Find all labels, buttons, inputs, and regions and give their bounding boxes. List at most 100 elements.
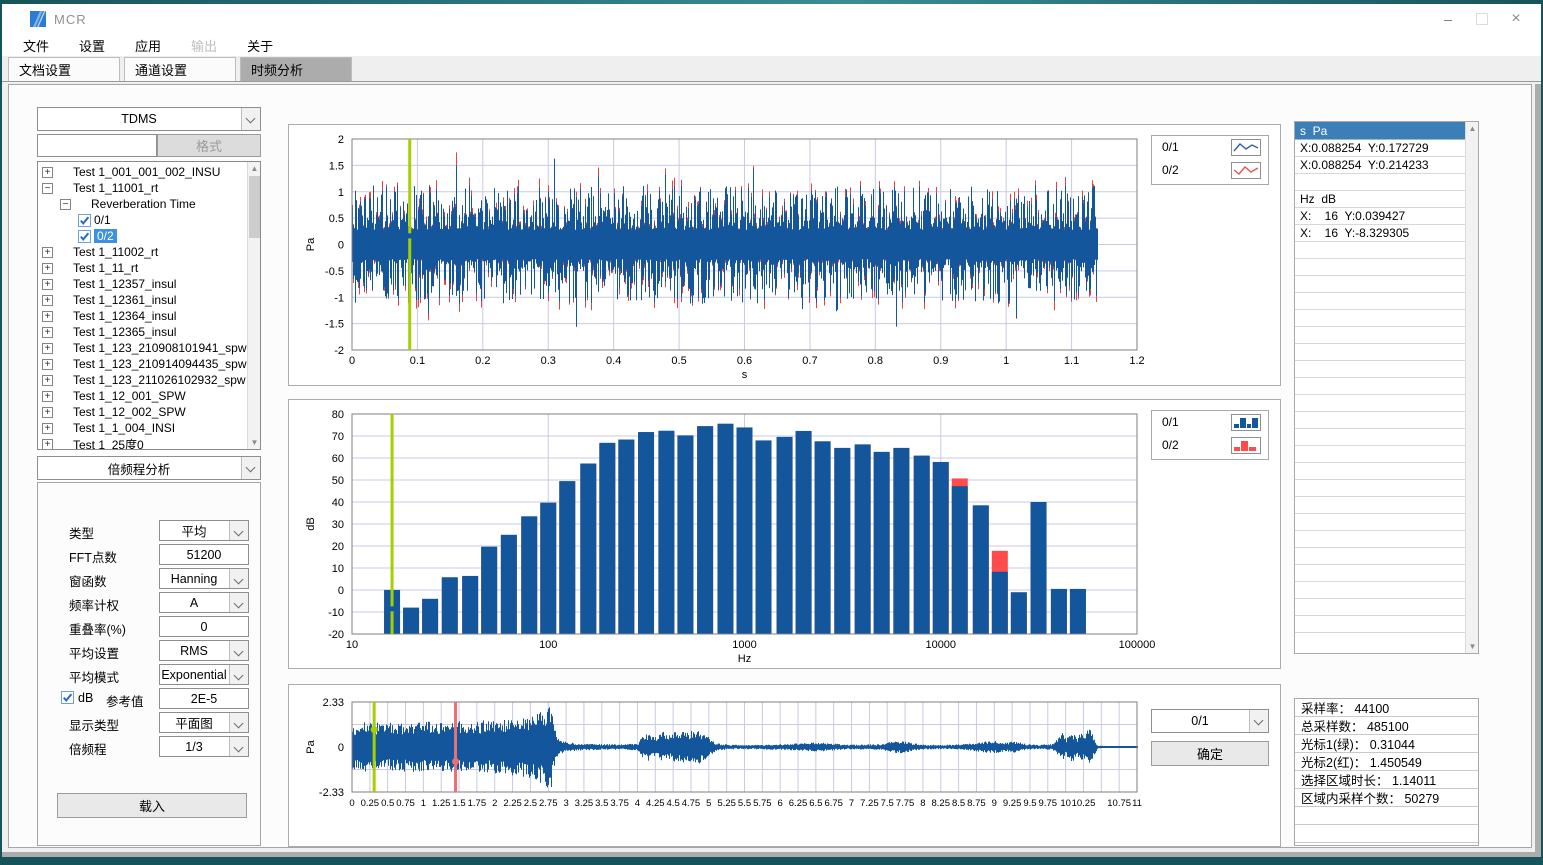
- collapse-minus-icon[interactable]: −: [60, 199, 71, 210]
- tab-channel-settings[interactable]: 通道设置: [124, 57, 236, 81]
- fft-points-input[interactable]: 51200: [159, 544, 249, 565]
- readout-row[interactable]: [1295, 616, 1465, 633]
- filter-input[interactable]: [37, 134, 157, 157]
- collapse-minus-icon[interactable]: −: [42, 183, 53, 194]
- tab-document-settings[interactable]: 文档设置: [8, 57, 120, 81]
- expand-plus-icon[interactable]: +: [42, 279, 53, 290]
- tree-item[interactable]: +Test 1_123_211026102932_spw: [38, 372, 247, 388]
- expand-plus-icon[interactable]: +: [42, 263, 53, 274]
- tree-item[interactable]: +Test 1_12364_insul: [38, 308, 247, 324]
- expand-plus-icon[interactable]: +: [42, 343, 53, 354]
- display-type-select[interactable]: 平面图: [159, 712, 249, 733]
- tree-item[interactable]: +Test 1_12361_insul: [38, 292, 247, 308]
- confirm-button[interactable]: 确定: [1151, 741, 1269, 766]
- readout-row[interactable]: [1295, 599, 1465, 616]
- readout-row[interactable]: X:0.088254 Y:0.172729: [1295, 140, 1465, 157]
- tree-item[interactable]: +Test 1_11002_rt: [38, 244, 247, 260]
- tree-item[interactable]: −Reverberation Time: [38, 196, 247, 212]
- overlap-percent-input[interactable]: 0: [159, 616, 249, 637]
- type-select[interactable]: 平均: [159, 520, 249, 541]
- tree-item[interactable]: 0/1: [38, 212, 247, 228]
- tree-item[interactable]: 0/2: [38, 228, 247, 244]
- readout-row[interactable]: [1295, 446, 1465, 463]
- close-button[interactable]: ×: [1499, 4, 1533, 34]
- expand-plus-icon[interactable]: +: [42, 375, 53, 386]
- octave-spectrum-chart[interactable]: 1010010001000010000080706050403020100-10…: [289, 400, 1282, 670]
- menu-item-settings[interactable]: 设置: [64, 36, 120, 55]
- menu-item-file[interactable]: 文件: [8, 36, 64, 55]
- readout-row[interactable]: [1295, 412, 1465, 429]
- readout-row[interactable]: [1295, 259, 1465, 276]
- tree-item[interactable]: +Test 1_123_210908101941_spw: [38, 340, 247, 356]
- menu-item-apply[interactable]: 应用: [120, 36, 176, 55]
- readout-row[interactable]: X: 16 Y:0.039427: [1295, 208, 1465, 225]
- readout-row[interactable]: [1295, 378, 1465, 395]
- readout-row[interactable]: Hz dB: [1295, 191, 1465, 208]
- readout-row[interactable]: [1295, 293, 1465, 310]
- expand-plus-icon[interactable]: +: [42, 247, 53, 258]
- tree-item[interactable]: +Test 1_11_rt: [38, 260, 247, 276]
- tree-scrollbar[interactable]: ▲ ▼: [247, 162, 260, 449]
- load-button[interactable]: 载入: [57, 793, 247, 818]
- readout-row[interactable]: [1295, 344, 1465, 361]
- frequency-weighting-select[interactable]: A: [159, 592, 249, 613]
- readout-row[interactable]: [1295, 548, 1465, 565]
- tree-item[interactable]: +Test 1_12365_insul: [38, 324, 247, 340]
- file-format-select[interactable]: TDMS: [37, 107, 261, 131]
- readout-header-row[interactable]: s Pa: [1295, 122, 1465, 140]
- window-function-select[interactable]: Hanning: [159, 568, 249, 589]
- readout-row[interactable]: [1295, 310, 1465, 327]
- readout-row[interactable]: X:0.088254 Y:0.214233: [1295, 157, 1465, 174]
- readout-row[interactable]: [1295, 361, 1465, 378]
- readout-row[interactable]: [1295, 565, 1465, 582]
- scroll-up-icon[interactable]: ▲: [248, 162, 261, 175]
- maximize-button[interactable]: [1465, 4, 1499, 34]
- readout-row[interactable]: [1295, 429, 1465, 446]
- expand-plus-icon[interactable]: +: [42, 407, 53, 418]
- readout-row[interactable]: [1295, 582, 1465, 599]
- readout-row[interactable]: [1295, 514, 1465, 531]
- channel-select[interactable]: 0/1: [1151, 709, 1269, 733]
- analysis-type-select[interactable]: 倍频程分析: [37, 456, 261, 480]
- tree-item[interactable]: +Test 1_25度0: [38, 436, 247, 450]
- expand-plus-icon[interactable]: +: [42, 327, 53, 338]
- readout-row[interactable]: [1295, 463, 1465, 480]
- scroll-down-icon[interactable]: ▼: [1466, 640, 1479, 653]
- tree-item[interactable]: +Test 1_12_001_SPW: [38, 388, 247, 404]
- tree-item[interactable]: −Test 1_11001_rt: [38, 180, 247, 196]
- expand-plus-icon[interactable]: +: [42, 423, 53, 434]
- tree-item[interactable]: +Test 1_001_001_002_INSU: [38, 164, 247, 180]
- average-mode-select[interactable]: Exponential: [159, 664, 249, 685]
- scroll-down-icon[interactable]: ▼: [248, 436, 261, 449]
- expand-plus-icon[interactable]: +: [42, 391, 53, 402]
- reference-value-input[interactable]: 2E-5: [159, 688, 249, 709]
- readout-row[interactable]: [1295, 497, 1465, 514]
- readout-row[interactable]: [1295, 531, 1465, 548]
- expand-plus-icon[interactable]: +: [42, 439, 53, 450]
- menu-item-output[interactable]: 输出: [176, 36, 232, 55]
- time-waveform-chart[interactable]: 00.10.20.30.40.50.60.70.80.911.11.221.51…: [289, 125, 1282, 387]
- db-checkbox[interactable]: [61, 691, 74, 704]
- readout-row[interactable]: [1295, 480, 1465, 497]
- format-button[interactable]: 格式: [157, 134, 261, 157]
- tree-checkbox[interactable]: [78, 230, 91, 243]
- tree-item[interactable]: +Test 1_12_002_SPW: [38, 404, 247, 420]
- expand-plus-icon[interactable]: +: [42, 295, 53, 306]
- overview-waveform-chart[interactable]: 00.250.50.7511.251.51.7522.252.52.7533.2…: [289, 685, 1282, 848]
- readout-row[interactable]: [1295, 276, 1465, 293]
- scroll-up-icon[interactable]: ▲: [1466, 122, 1479, 135]
- tree-item[interactable]: +Test 1_1_004_INSI: [38, 420, 247, 436]
- readout-row[interactable]: X: 16 Y:-8.329305: [1295, 225, 1465, 242]
- readout-row[interactable]: [1295, 242, 1465, 259]
- tree-checkbox[interactable]: [78, 214, 91, 227]
- expand-plus-icon[interactable]: +: [42, 167, 53, 178]
- readout-row[interactable]: [1295, 327, 1465, 344]
- expand-plus-icon[interactable]: +: [42, 359, 53, 370]
- tree-scroll-thumb[interactable]: [249, 176, 260, 238]
- readout-row[interactable]: [1295, 174, 1465, 191]
- minimize-button[interactable]: –: [1431, 4, 1465, 34]
- readout-scrollbar[interactable]: ▲ ▼: [1465, 122, 1478, 653]
- tree-item[interactable]: +Test 1_123_210914094435_spw: [38, 356, 247, 372]
- menu-item-about[interactable]: 关于: [232, 36, 288, 55]
- average-setting-select[interactable]: RMS: [159, 640, 249, 661]
